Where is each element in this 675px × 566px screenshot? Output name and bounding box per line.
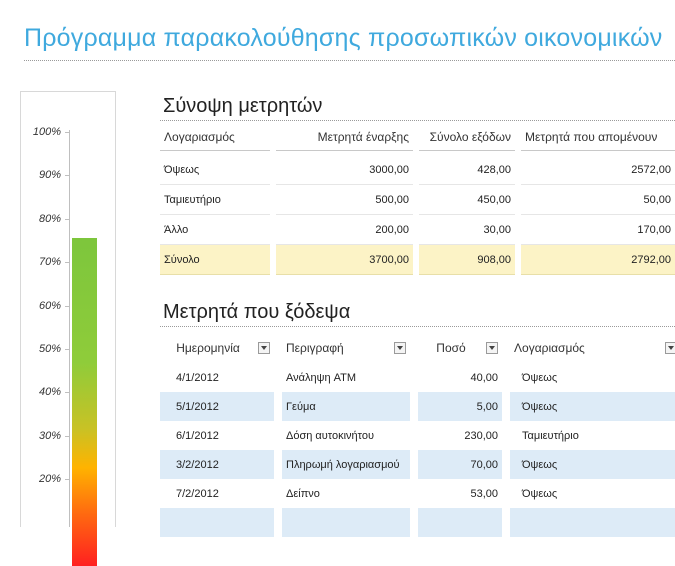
cell-account[interactable]: Ταμιευτήριο — [510, 421, 675, 450]
cash-spent-table: Ημερομηνία Περιγραφή Ποσό Λογαριασμός 4/… — [160, 333, 675, 537]
table-row[interactable]: 7/2/2012 Δείπνο 53,00 Όψεως — [160, 479, 675, 508]
gauge-axis — [69, 130, 70, 527]
gauge-level-bar — [72, 238, 97, 566]
cell-amount[interactable]: 70,00 — [418, 450, 502, 479]
cell-remaining-cash[interactable]: 170,00 — [521, 215, 675, 245]
gauge-tick-label: 60% — [38, 299, 61, 312]
cash-summary-table: Λογαριασμός Μετρητά έναρξης Σύνολο εξόδω… — [160, 124, 675, 275]
cell-account[interactable]: Όψεως — [160, 155, 270, 185]
expenses-heading-divider — [160, 326, 675, 327]
filter-dropdown-icon[interactable] — [258, 342, 270, 354]
gauge-tick-label: 90% — [38, 169, 61, 182]
gauge-tick-label: 40% — [38, 386, 61, 399]
cell-amount[interactable]: 230,00 — [418, 421, 502, 450]
cell-amount[interactable]: 53,00 — [418, 479, 502, 508]
gauge-tick-mark — [65, 392, 69, 394]
gauge-tick-label: 70% — [38, 256, 61, 269]
cell-total-expenses-sum[interactable]: 908,00 — [419, 245, 515, 275]
cell-account[interactable]: Άλλο — [160, 215, 270, 245]
gauge-tick-mark — [65, 132, 69, 133]
col-header-account-label: Λογαριασμός — [514, 341, 585, 355]
gauge-tick-mark — [65, 349, 69, 350]
cell-description[interactable]: Πληρωμή λογαριασμού — [282, 450, 410, 479]
table-row[interactable]: 5/1/2012 Γεύμα 5,00 Όψεως — [160, 392, 675, 421]
cell-description[interactable]: Δόση αυτοκινήτου — [282, 421, 410, 450]
cell-starting-cash[interactable]: 200,00 — [276, 215, 413, 245]
cell-remaining-cash[interactable]: 50,00 — [521, 185, 675, 215]
cell-total-expenses[interactable]: 30,00 — [419, 215, 515, 245]
cell-date[interactable]: 4/1/2012 — [160, 363, 274, 392]
total-row[interactable]: Σύνολο 3700,00 908,00 2792,00 — [160, 245, 675, 275]
cell-description[interactable]: Ανάληψη ATM — [282, 363, 410, 392]
gauge-tick-mark — [65, 305, 69, 307]
cell-date[interactable]: 5/1/2012 — [160, 392, 274, 421]
page-title: Πρόγραμμα παρακολούθησης προσωπικών οικο… — [24, 24, 663, 52]
filter-dropdown-icon[interactable] — [665, 342, 675, 354]
table-row[interactable]: Άλλο 200,00 30,00 170,00 — [160, 215, 675, 245]
cell-account[interactable]: Όψεως — [510, 392, 675, 421]
cell-account[interactable]: Όψεως — [510, 363, 675, 392]
col-header-description[interactable]: Περιγραφή — [282, 333, 410, 363]
gauge-tick-label: 50% — [38, 343, 61, 355]
cell-description[interactable]: Γεύμα — [282, 392, 410, 421]
summary-heading-divider — [160, 120, 675, 121]
col-header-remaining-cash: Μετρητά που απομένουν — [521, 124, 675, 151]
cell-total-label[interactable]: Σύνολο — [160, 245, 270, 275]
gauge-tick-label: 80% — [38, 212, 61, 225]
table-row-empty[interactable] — [160, 508, 675, 537]
cell-description[interactable]: Δείπνο — [282, 479, 410, 508]
col-header-date[interactable]: Ημερομηνία — [160, 333, 274, 363]
col-header-account: Λογαριασμός — [160, 124, 270, 151]
col-header-amount[interactable]: Ποσό — [418, 333, 502, 363]
cell-account[interactable]: Όψεως — [510, 450, 675, 479]
cell-starting-cash[interactable]: 500,00 — [276, 185, 413, 215]
filter-dropdown-icon[interactable] — [394, 342, 406, 354]
cell-account[interactable]: Όψεως — [510, 479, 675, 508]
gauge-tick-mark — [65, 175, 69, 177]
cell-total-expenses[interactable]: 450,00 — [419, 185, 515, 215]
budget-gauge: 100% 90% 80% 70% 60% 50% 40% 30% 20% — [20, 91, 116, 566]
col-header-account[interactable]: Λογαριασμός — [510, 333, 675, 363]
cell-total-starting-cash[interactable]: 3700,00 — [276, 245, 413, 275]
cell-total-remaining-cash[interactable]: 2792,00 — [521, 245, 675, 275]
cell-amount[interactable]: 5,00 — [418, 392, 502, 421]
summary-heading: Σύνοψη μετρητών — [163, 95, 323, 117]
title-divider — [24, 60, 675, 61]
gauge-tick-mark — [65, 435, 69, 437]
cell-date[interactable]: 7/2/2012 — [160, 479, 274, 508]
gauge-tick-label: 20% — [38, 473, 61, 486]
col-header-total-expenses: Σύνολο εξόδων — [419, 124, 515, 151]
cell-remaining-cash[interactable]: 2572,00 — [521, 155, 675, 185]
table-row[interactable]: 6/1/2012 Δόση αυτοκινήτου 230,00 Ταμιευτ… — [160, 421, 675, 450]
table-row[interactable]: 4/1/2012 Ανάληψη ATM 40,00 Όψεως — [160, 363, 675, 392]
cell-date[interactable]: 3/2/2012 — [160, 450, 274, 479]
col-header-date-label: Ημερομηνία — [176, 341, 240, 355]
table-row[interactable]: 3/2/2012 Πληρωμή λογαριασμού 70,00 Όψεως — [160, 450, 675, 479]
cell-starting-cash[interactable]: 3000,00 — [276, 155, 413, 185]
gauge-tick-mark — [65, 218, 69, 220]
col-header-description-label: Περιγραφή — [286, 341, 344, 355]
filter-dropdown-icon[interactable] — [486, 342, 498, 354]
gauge-tick-mark — [65, 479, 69, 481]
cell-account[interactable]: Ταμιευτήριο — [160, 185, 270, 215]
table-row[interactable]: Όψεως 3000,00 428,00 2572,00 — [160, 155, 675, 185]
cell-total-expenses[interactable]: 428,00 — [419, 155, 515, 185]
table-row[interactable]: Ταμιευτήριο 500,00 450,00 50,00 — [160, 185, 675, 215]
col-header-amount-label: Ποσό — [436, 341, 466, 355]
gauge-tick-label: 30% — [38, 429, 61, 442]
gauge-tick-mark — [65, 262, 69, 264]
expenses-heading: Μετρητά που ξόδεψα — [163, 301, 351, 323]
cell-amount[interactable]: 40,00 — [418, 363, 502, 392]
cell-date[interactable]: 6/1/2012 — [160, 421, 274, 450]
gauge-tick-label: 100% — [32, 126, 61, 138]
col-header-starting-cash: Μετρητά έναρξης — [276, 124, 413, 151]
